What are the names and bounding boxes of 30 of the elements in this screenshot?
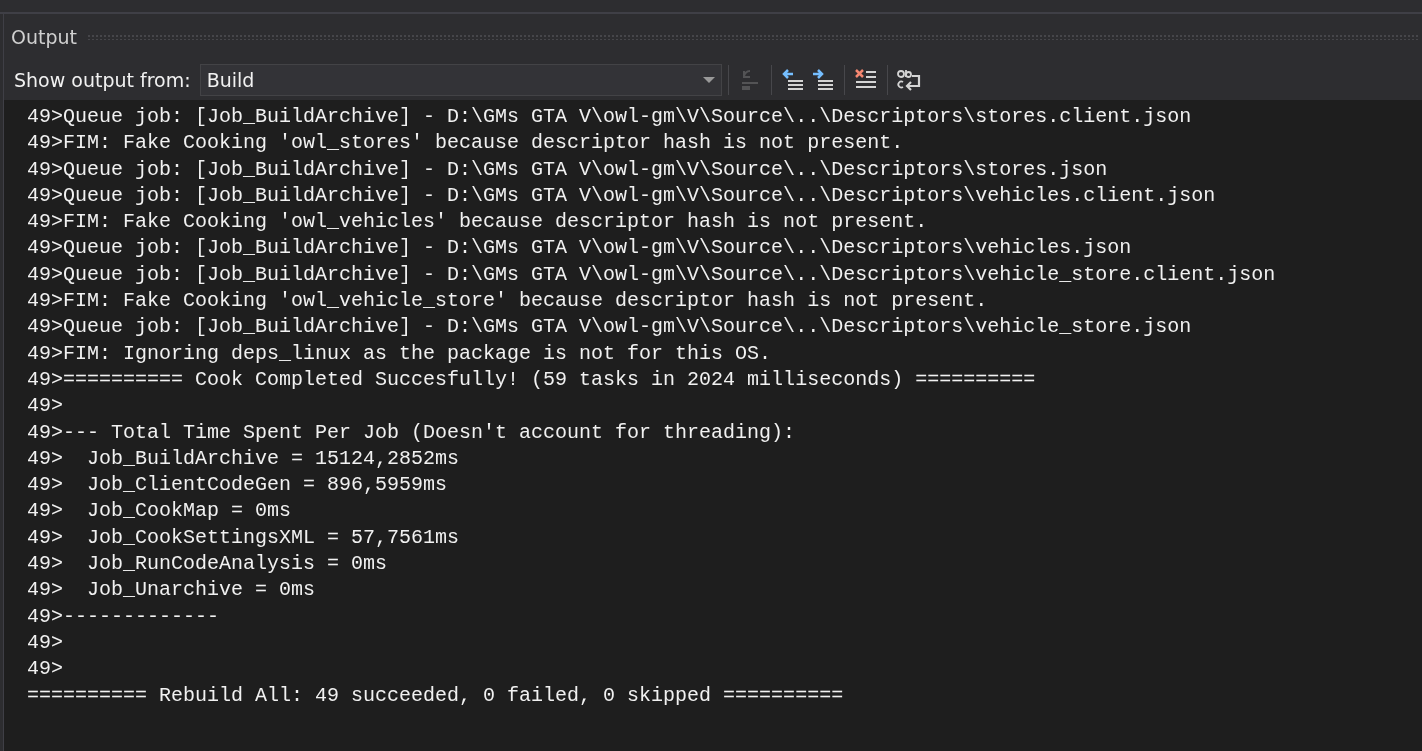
- output-line: 49> Job_BuildArchive = 15124,2852ms: [27, 445, 461, 472]
- output-line: 49>: [27, 656, 64, 683]
- output-line: 49>FIM: Fake Cooking 'owl_vehicles' because descriptor hash is not present.: [27, 209, 929, 236]
- output-line: 49>Queue job: [Job_BuildArchive] - D:\GMs GTA V\owl-gm\V\Source\..\Descriptors\stores.json: [27, 156, 1109, 183]
- previous-message-icon: [780, 68, 805, 92]
- output-line: ========== Rebuild All: 49 succeeded, 0 failed, 0 skipped ==========: [27, 682, 845, 709]
- output-line: 49>FIM: Fake Cooking 'owl_vehicle_store' because descriptor hash is not present.: [27, 288, 989, 315]
- output-line: 49> Job_CookSettingsXML = 57,7561ms: [27, 524, 461, 551]
- output-line: 49>FIM: Ignoring deps_linux as the package is not for this OS.: [27, 340, 773, 367]
- output-line: 49>Queue job: [Job_BuildArchive] - D:\GMs GTA V\owl-gm\V\Source\..\Descriptors\stores.client.json: [27, 104, 1193, 130]
- panel-title: Output: [11, 26, 77, 48]
- output-line: 49>Queue job: [Job_BuildArchive] - D:\GMs GTA V\owl-gm\V\Source\..\Descriptors\vehicles.json: [27, 235, 1133, 262]
- output-line: 49> Job_Unarchive = 0ms: [27, 577, 317, 604]
- output-line: 49> Job_ClientCodeGen = 896,5959ms: [27, 472, 449, 499]
- output-line: 49>========== Cook Completed Succesfully! (59 tasks in 2024 milliseconds) ==========: [27, 366, 1037, 393]
- output-line: 49>Queue job: [Job_BuildArchive] - D:\GMs GTA V\owl-gm\V\Source\..\Descriptors\vehicle_store.client.json: [27, 261, 1277, 288]
- caret-icon: [702, 77, 715, 83]
- next-message-icon: [810, 68, 835, 92]
- output-line: 49> Job_CookMap = 0ms: [27, 498, 293, 525]
- output-line: 49>Queue job: [Job_BuildArchive] - D:\GMs GTA V\owl-gm\V\Source\..\Descriptors\vehicle_store.json: [27, 314, 1193, 341]
- output-line: 49>-------------: [27, 603, 221, 630]
- word-wrap-icon: [895, 68, 922, 92]
- output-line: 49> Job_RunCodeAnalysis = 0ms: [27, 551, 389, 578]
- output-line: 49>--- Total Time Spent Per Job (Doesn't account for threading):: [27, 419, 797, 446]
- output-line: 49>: [27, 629, 64, 656]
- output-line: 49>: [27, 393, 64, 420]
- output-line: 49>Queue job: [Job_BuildArchive] - D:\GMs GTA V\owl-gm\V\Source\..\Descriptors\vehicles.client.json: [27, 182, 1217, 209]
- source-label: Show output from:: [14, 69, 191, 91]
- source-dropdown[interactable]: Build: [199, 64, 722, 96]
- output-line: 49>FIM: Fake Cooking 'owl_stores' because descriptor hash is not present.: [27, 130, 905, 157]
